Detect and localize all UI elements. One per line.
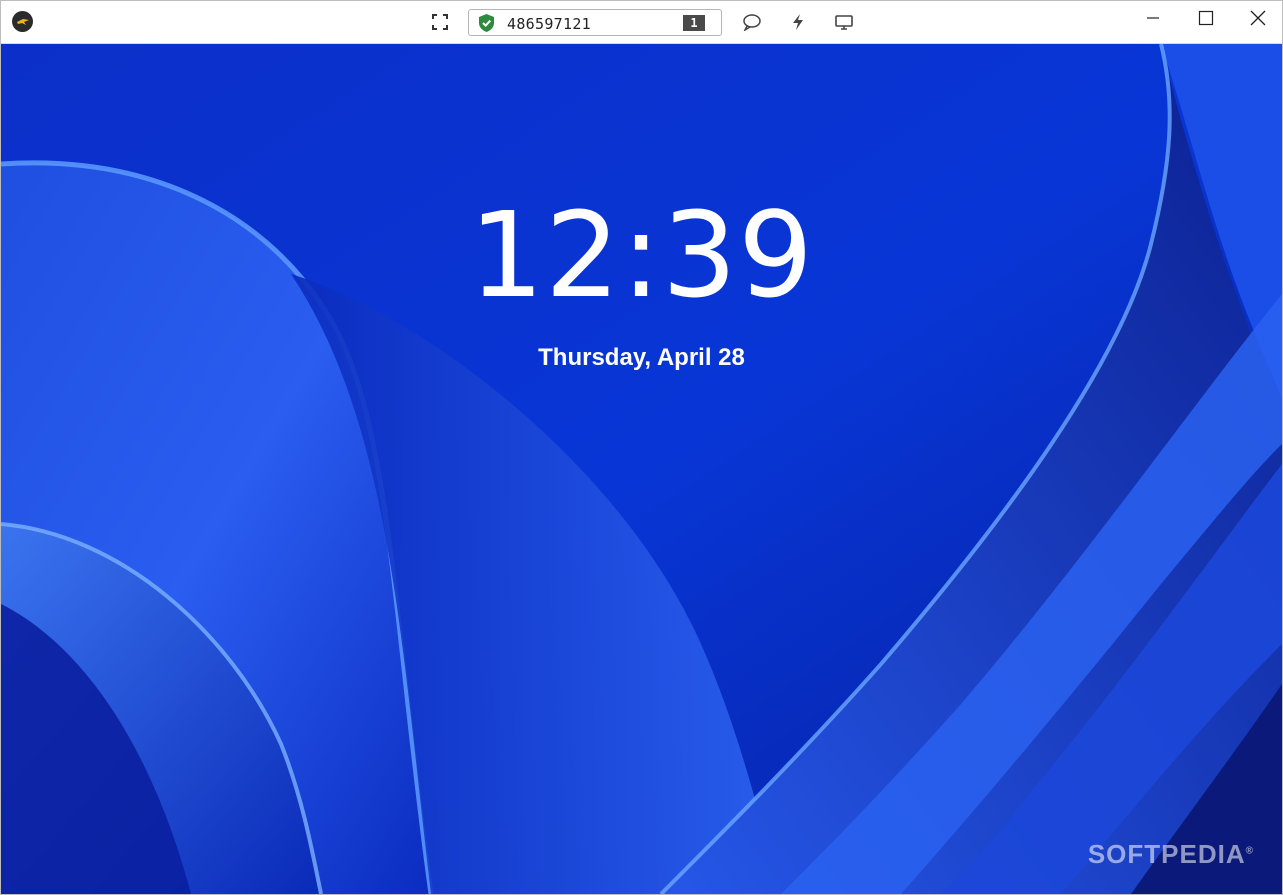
close-icon xyxy=(1250,10,1266,26)
minimize-button[interactable] xyxy=(1128,1,1178,35)
minimize-icon xyxy=(1147,17,1159,19)
lockscreen-clock: 12:39 xyxy=(468,186,815,324)
app-logo-icon[interactable] xyxy=(12,11,33,32)
remote-desktop-window: 486597121 1 12:39 Thursday, April 28 SOF… xyxy=(0,0,1283,895)
watermark-text: SOFTPEDIA xyxy=(1087,839,1246,869)
session-id-field[interactable]: 486597121 1 xyxy=(468,9,722,36)
display-number-badge[interactable]: 1 xyxy=(683,15,705,31)
wallpaper-image xyxy=(1,44,1282,894)
softpedia-watermark: SOFTPEDIA® xyxy=(1088,839,1254,870)
maximize-button[interactable] xyxy=(1181,1,1231,35)
close-button[interactable] xyxy=(1233,1,1282,35)
fullscreen-icon[interactable] xyxy=(429,11,451,33)
session-id-text: 486597121 xyxy=(507,15,591,33)
remote-desktop-view[interactable]: 12:39 Thursday, April 28 SOFTPEDIA® xyxy=(1,44,1282,894)
maximize-icon xyxy=(1198,10,1214,26)
watermark-mark: ® xyxy=(1245,845,1254,857)
chat-icon[interactable] xyxy=(741,11,763,33)
lightning-icon[interactable] xyxy=(787,11,809,33)
lockscreen-date: Thursday, April 28 xyxy=(538,344,745,371)
title-bar: 486597121 1 xyxy=(1,1,1282,44)
monitor-icon[interactable] xyxy=(833,11,855,33)
shield-check-icon xyxy=(479,14,494,32)
